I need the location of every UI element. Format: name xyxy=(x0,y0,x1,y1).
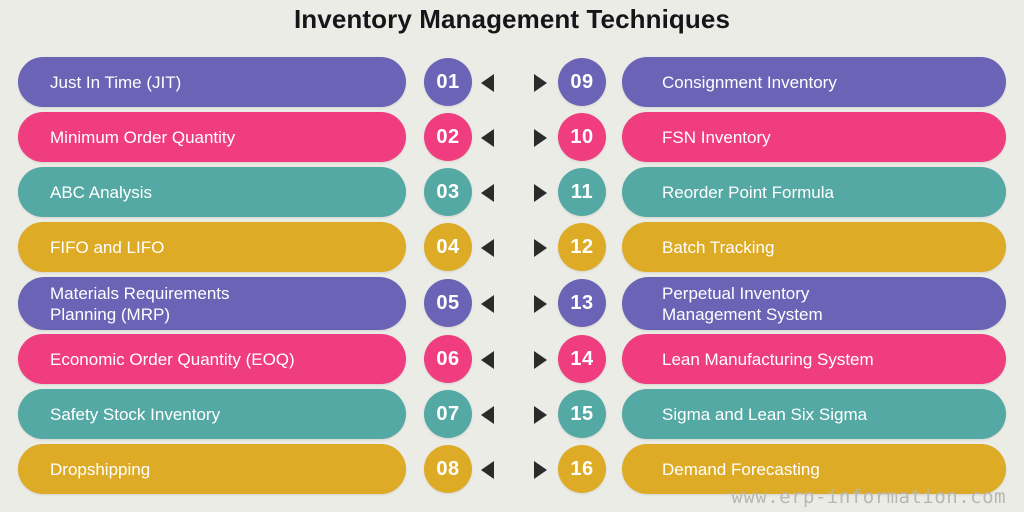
watermark: www.erp-information.com xyxy=(731,486,1006,508)
technique-bar-left[interactable]: Materials Requirements Planning (MRP) xyxy=(18,277,406,330)
technique-row: Just In Time (JIT) 01 09 Consignment Invent… xyxy=(0,56,1024,108)
technique-label: Batch Tracking xyxy=(662,237,775,257)
technique-bar-right[interactable]: Reorder Point Formula xyxy=(622,167,1006,217)
technique-label: Sigma and Lean Six Sigma xyxy=(662,404,868,424)
technique-label: Materials Requirements Planning (MRP) xyxy=(50,283,230,324)
number-badge-left[interactable]: 03 xyxy=(424,168,472,216)
arrow-left-icon xyxy=(481,295,494,313)
technique-label: Just In Time (JIT) xyxy=(50,72,182,92)
arrow-right-icon xyxy=(534,406,547,424)
technique-label: Safety Stock Inventory xyxy=(50,404,221,424)
technique-label: Demand Forecasting xyxy=(662,459,820,479)
number-badge-left[interactable]: 07 xyxy=(424,390,472,438)
arrow-right-icon xyxy=(534,351,547,369)
technique-bar-left[interactable]: Economic Order Quantity (EOQ) xyxy=(18,334,406,384)
number-badge-right[interactable]: 16 xyxy=(558,445,606,493)
technique-bar-left[interactable]: FIFO and LIFO xyxy=(18,222,406,272)
infographic-canvas: Inventory Management Techniques Just In … xyxy=(0,0,1024,512)
arrow-left-icon xyxy=(481,184,494,202)
technique-bar-left[interactable]: Just In Time (JIT) xyxy=(18,57,406,107)
arrow-right-icon xyxy=(534,239,547,257)
number-badge-left[interactable]: 06 xyxy=(424,335,472,383)
arrow-left-icon xyxy=(481,74,494,92)
technique-label: Perpetual Inventory Management System xyxy=(662,283,823,324)
technique-label: Economic Order Quantity (EOQ) xyxy=(50,349,295,369)
technique-label: Reorder Point Formula xyxy=(662,182,834,202)
technique-label: Minimum Order Quantity xyxy=(50,127,236,147)
technique-bar-right[interactable]: Perpetual Inventory Management System xyxy=(622,277,1006,330)
number-badge-right[interactable]: 14 xyxy=(558,335,606,383)
technique-row: FIFO and LIFO 04 12 Batch Tracking xyxy=(0,221,1024,273)
technique-row: ABC Analysis 03 11 Reorder Point Formula xyxy=(0,166,1024,218)
technique-label: Lean Manufacturing System xyxy=(662,349,874,369)
number-badge-right[interactable]: 15 xyxy=(558,390,606,438)
technique-bar-left[interactable]: Safety Stock Inventory xyxy=(18,389,406,439)
technique-bar-right[interactable]: Consignment Inventory xyxy=(622,57,1006,107)
technique-bar-right[interactable]: Sigma and Lean Six Sigma xyxy=(622,389,1006,439)
arrow-right-icon xyxy=(534,129,547,147)
arrow-left-icon xyxy=(481,351,494,369)
arrow-right-icon xyxy=(534,74,547,92)
arrow-right-icon xyxy=(534,461,547,479)
technique-label: Dropshipping xyxy=(50,459,151,479)
technique-label: FIFO and LIFO xyxy=(50,237,165,257)
arrow-right-icon xyxy=(534,295,547,313)
number-badge-right[interactable]: 12 xyxy=(558,223,606,271)
arrow-left-icon xyxy=(481,129,494,147)
number-badge-left[interactable]: 01 xyxy=(424,58,472,106)
technique-bar-left[interactable]: ABC Analysis xyxy=(18,167,406,217)
technique-row: Safety Stock Inventory 07 15 Sigma and Lean… xyxy=(0,388,1024,440)
technique-label: Consignment Inventory xyxy=(662,72,837,92)
number-badge-left[interactable]: 08 xyxy=(424,445,472,493)
technique-bar-right[interactable]: Lean Manufacturing System xyxy=(622,334,1006,384)
technique-label: ABC Analysis xyxy=(50,182,153,202)
technique-bar-right[interactable]: Batch Tracking xyxy=(622,222,1006,272)
technique-bar-left[interactable]: Minimum Order Quantity xyxy=(18,112,406,162)
technique-label: FSN Inventory xyxy=(662,127,771,147)
technique-row: Materials Requirements Planning (MRP) 05 1… xyxy=(0,276,1024,330)
number-badge-right[interactable]: 11 xyxy=(558,168,606,216)
number-badge-right[interactable]: 10 xyxy=(558,113,606,161)
technique-rows: Just In Time (JIT) 01 09 Consignment Invent… xyxy=(0,56,1024,498)
arrow-left-icon xyxy=(481,461,494,479)
number-badge-left[interactable]: 04 xyxy=(424,223,472,271)
arrow-left-icon xyxy=(481,239,494,257)
number-badge-left[interactable]: 05 xyxy=(424,279,472,327)
arrow-right-icon xyxy=(534,184,547,202)
arrow-left-icon xyxy=(481,406,494,424)
page-title: Inventory Management Techniques xyxy=(293,4,731,34)
number-badge-right[interactable]: 09 xyxy=(558,58,606,106)
number-badge-left[interactable]: 02 xyxy=(424,113,472,161)
technique-row: Minimum Order Quantity 02 10 FSN Inventory xyxy=(0,111,1024,163)
number-badge-right[interactable]: 13 xyxy=(558,279,606,327)
technique-row: Economic Order Quantity (EOQ) 06 14 Lean Ma… xyxy=(0,333,1024,385)
technique-bar-right[interactable]: FSN Inventory xyxy=(622,112,1006,162)
technique-bar-left[interactable]: Dropshipping xyxy=(18,444,406,494)
